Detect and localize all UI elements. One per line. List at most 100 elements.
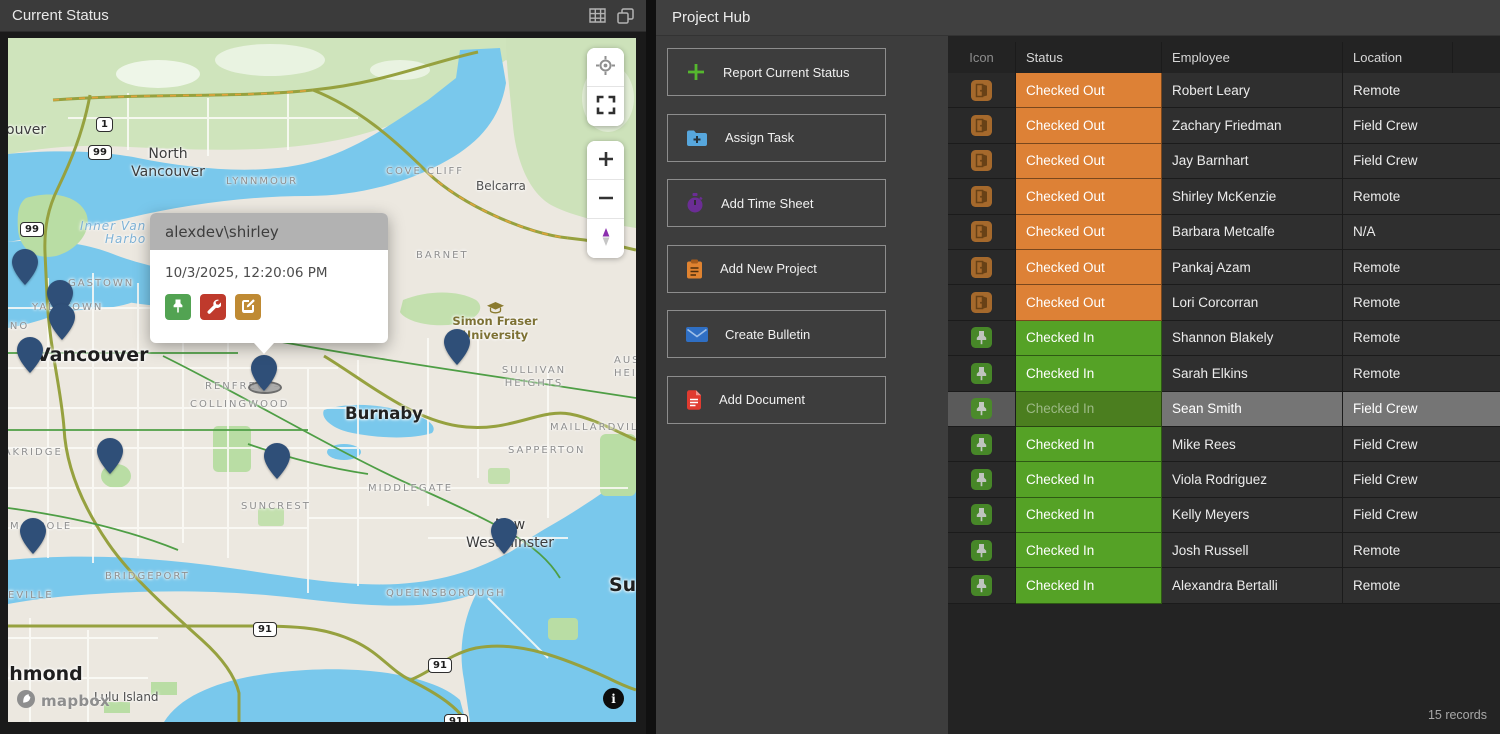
stopwatch-icon [686, 193, 704, 213]
door-open-icon [971, 80, 992, 101]
map-pin[interactable] [95, 437, 125, 475]
action-button-add-time-sheet[interactable]: Add Time Sheet [667, 179, 886, 227]
status-badge: Checked In [1016, 392, 1162, 427]
table-row[interactable]: Checked InKelly MeyersField Crew [948, 498, 1500, 533]
table-row[interactable]: Checked OutRobert LearyRemote [948, 73, 1500, 108]
status-badge: Checked Out [1016, 215, 1162, 250]
attribution-info-button[interactable]: i [603, 688, 624, 709]
popout-windows-icon[interactable] [617, 8, 634, 24]
employee-cell: Barbara Metcalfe [1162, 215, 1343, 250]
table-row[interactable]: Checked InSarah ElkinsRemote [948, 356, 1500, 391]
location-cell: Remote [1343, 356, 1500, 391]
action-button-add-document[interactable]: Add Document [667, 376, 886, 424]
row-icon-cell [948, 285, 1016, 320]
column-header-icon[interactable]: Icon [948, 42, 1016, 73]
table-row[interactable]: Checked InAlexandra BertalliRemote [948, 568, 1500, 603]
popup-edit-button[interactable] [235, 294, 261, 320]
location-cell: Field Crew [1343, 144, 1500, 179]
map-control-group-zoom [587, 141, 624, 258]
action-button-label: Add New Project [720, 261, 817, 276]
action-button-assign-task[interactable]: Assign Task [667, 114, 886, 162]
employee-cell: Zachary Friedman [1162, 108, 1343, 143]
row-icon-cell [948, 250, 1016, 285]
status-badge: Checked Out [1016, 73, 1162, 108]
table-row[interactable]: Checked InViola RodriguezField Crew [948, 462, 1500, 497]
table-header: IconStatusEmployeeLocation [948, 42, 1500, 73]
column-header-employee[interactable]: Employee [1162, 42, 1343, 73]
wrench-glyph-icon [205, 298, 221, 317]
basemap-graphics [8, 38, 636, 722]
pushpin-icon [971, 504, 992, 525]
status-badge: Checked Out [1016, 108, 1162, 143]
table-row[interactable]: Checked OutJay BarnhartField Crew [948, 144, 1500, 179]
pushpin-icon [971, 398, 992, 419]
map-pin[interactable] [15, 336, 45, 374]
pushpin-icon [971, 469, 992, 490]
zoom-out-button[interactable] [587, 180, 624, 219]
geolocate-button[interactable] [587, 48, 624, 87]
mapbox-logo[interactable]: mapbox [16, 689, 110, 713]
edit-glyph-icon [240, 298, 256, 317]
zoom-in-button[interactable] [587, 141, 624, 180]
map-pin[interactable] [47, 303, 77, 341]
location-cell: Remote [1343, 533, 1500, 568]
status-badge: Checked In [1016, 321, 1162, 356]
table-row[interactable]: Checked InJosh RussellRemote [948, 533, 1500, 568]
popup-pushpin-button[interactable] [165, 294, 191, 320]
pushpin-icon [971, 434, 992, 455]
action-button-report-current-status[interactable]: Report Current Status [667, 48, 886, 96]
table-row[interactable]: Checked OutLori CorcorranRemote [948, 285, 1500, 320]
map-popup: alexdev\shirley 10/3/2025, 12:20:06 PM [150, 213, 388, 343]
envelope-icon [686, 327, 708, 342]
fullscreen-icon [595, 94, 617, 119]
table-row[interactable]: Checked InSean SmithField Crew [948, 392, 1500, 427]
popup-tail [254, 343, 274, 354]
pushpin-icon [971, 327, 992, 348]
column-header-location[interactable]: Location [1343, 42, 1453, 73]
table-row[interactable]: Checked InMike ReesField Crew [948, 427, 1500, 462]
door-open-icon [971, 257, 992, 278]
highway-shield: 91 [444, 714, 468, 722]
map-pin[interactable] [489, 517, 519, 555]
location-cell: Remote [1343, 73, 1500, 108]
map-pin[interactable] [442, 328, 472, 366]
pushpin-icon [971, 363, 992, 384]
project-hub-title: Project Hub [672, 9, 750, 26]
compass-button[interactable] [587, 219, 624, 258]
employee-cell: Pankaj Azam [1162, 250, 1343, 285]
table-row[interactable]: Checked OutBarbara MetcalfeN/A [948, 215, 1500, 250]
map-pin[interactable] [262, 442, 292, 480]
fullscreen-button[interactable] [587, 87, 624, 126]
table-row[interactable]: Checked OutShirley McKenzieRemote [948, 179, 1500, 214]
location-cell: Remote [1343, 179, 1500, 214]
action-button-add-new-project[interactable]: Add New Project [667, 245, 886, 293]
row-icon-cell [948, 73, 1016, 108]
map[interactable]: ouverNorth VancouverLYNNMOURCOVE CLIFFBe… [8, 38, 636, 722]
table-view-icon[interactable] [589, 8, 606, 23]
panel-divider [646, 0, 656, 734]
action-button-create-bulletin[interactable]: Create Bulletin [667, 310, 886, 358]
action-button-label: Create Bulletin [725, 327, 810, 342]
location-cell: Field Crew [1343, 427, 1500, 462]
document-icon [686, 390, 702, 410]
map-pin[interactable] [18, 517, 48, 555]
location-cell: Remote [1343, 250, 1500, 285]
pushpin-glyph-icon [170, 298, 186, 317]
pushpin-icon [971, 575, 992, 596]
employee-cell: Josh Russell [1162, 533, 1343, 568]
popup-wrench-button[interactable] [200, 294, 226, 320]
door-open-icon [971, 221, 992, 242]
table-row[interactable]: Checked OutPankaj AzamRemote [948, 250, 1500, 285]
location-cell: Remote [1343, 321, 1500, 356]
map-pin[interactable] [249, 354, 279, 392]
column-header-status[interactable]: Status [1016, 42, 1162, 73]
app: Current Status [0, 0, 1500, 734]
map-pin[interactable] [10, 248, 40, 286]
location-cell: Remote [1343, 285, 1500, 320]
status-badge: Checked Out [1016, 179, 1162, 214]
zoom-out-icon [597, 189, 615, 210]
table-row[interactable]: Checked InShannon BlakelyRemote [948, 321, 1500, 356]
action-button-label: Assign Task [725, 130, 794, 145]
employee-cell: Viola Rodriguez [1162, 462, 1343, 497]
table-row[interactable]: Checked OutZachary FriedmanField Crew [948, 108, 1500, 143]
